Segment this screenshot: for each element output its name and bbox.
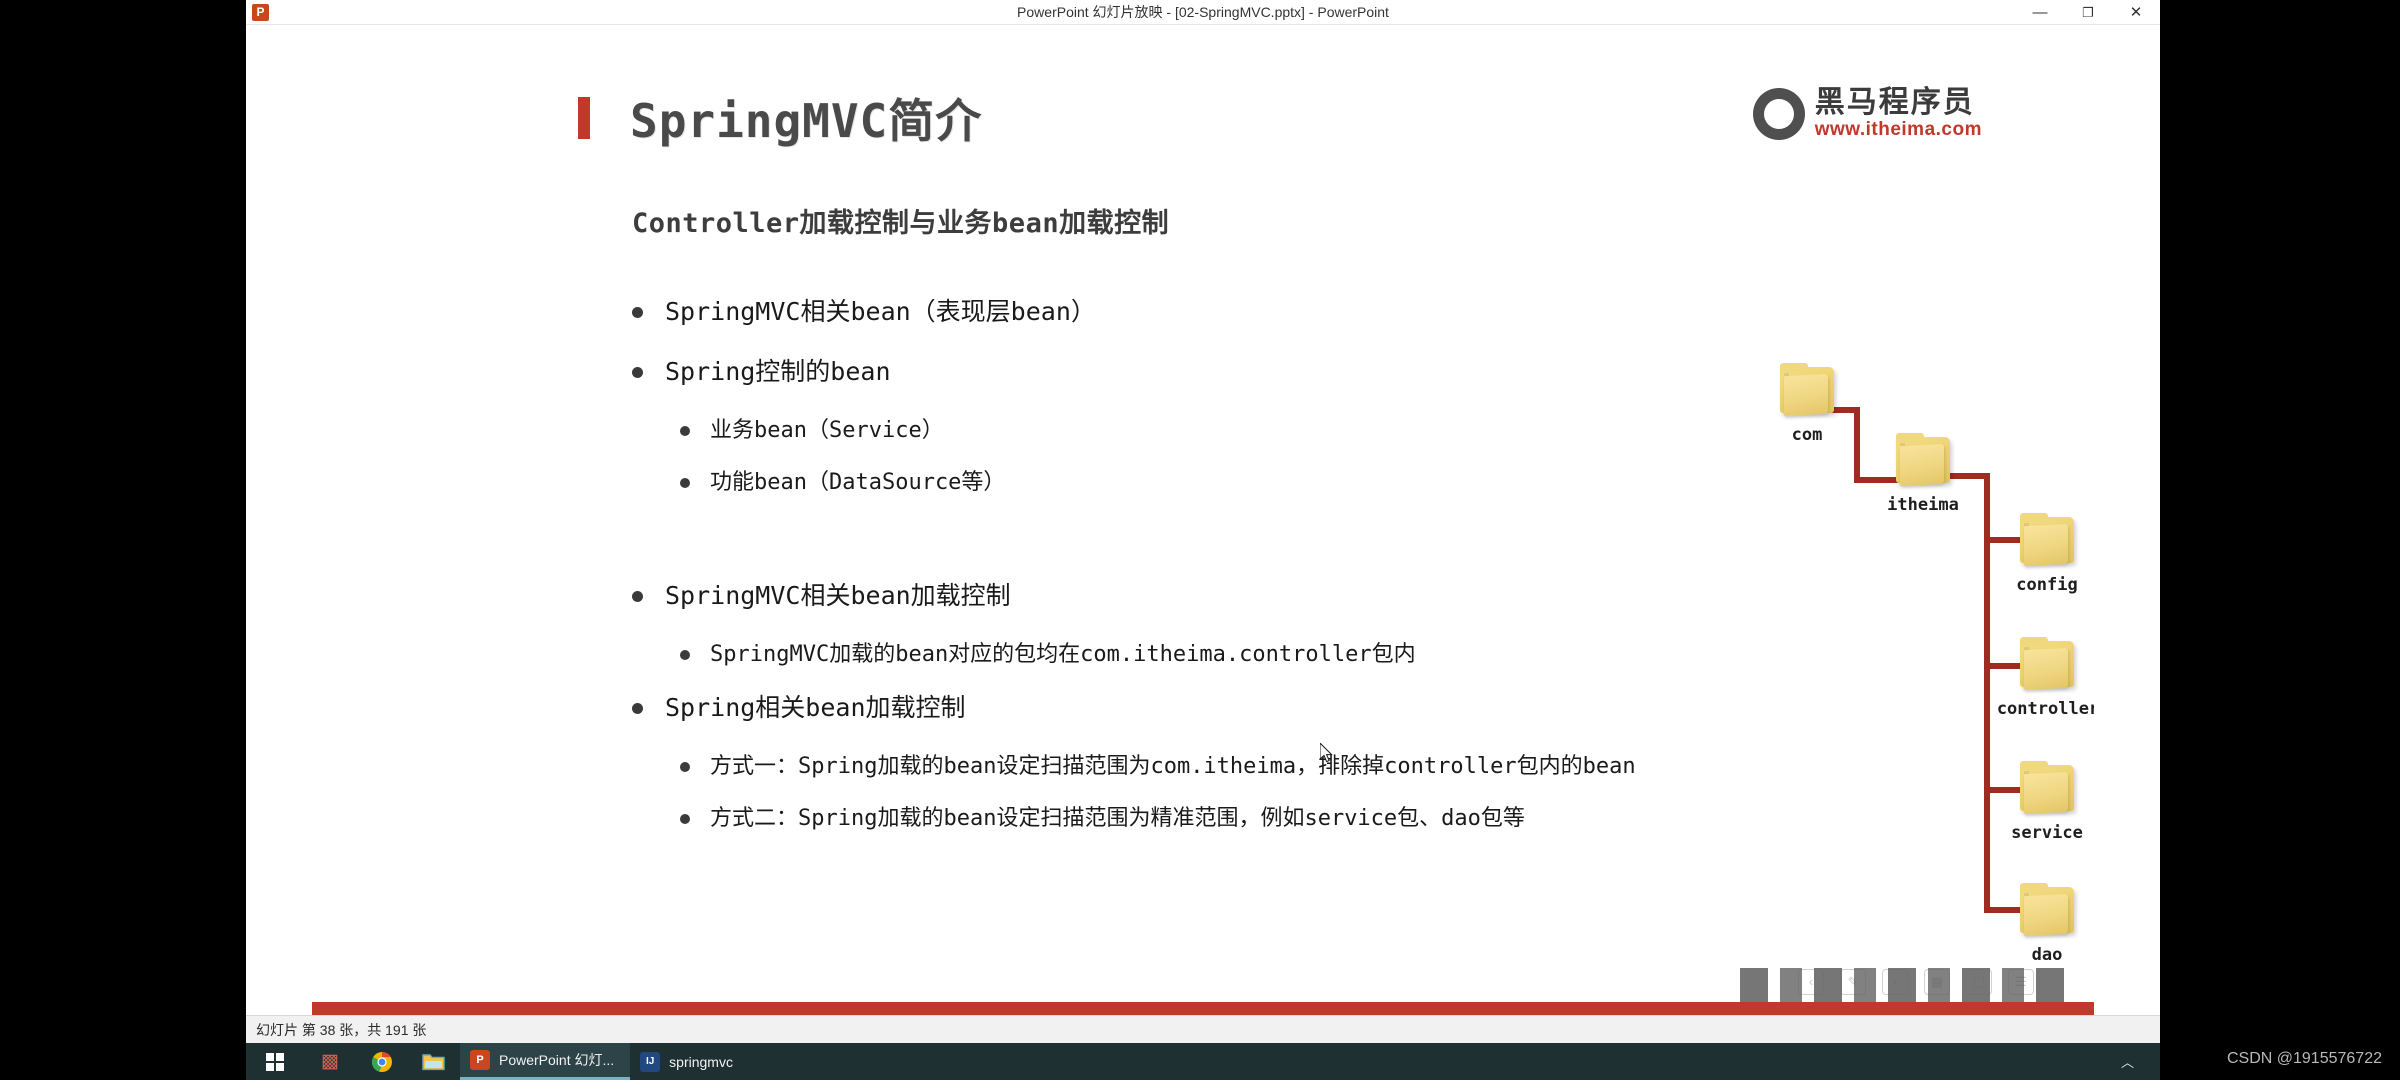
firewall-glyph-icon: ▩ <box>321 1051 339 1072</box>
task-intellij[interactable]: IJ springmvc <box>630 1043 749 1080</box>
csdn-watermark: CSDN @1915576722 <box>2226 1050 2382 1067</box>
folder-icon-config <box>2020 513 2074 567</box>
bullet-item: Spring控制的bean <box>632 357 1096 387</box>
task-powerpoint-label: PowerPoint 幻灯... <box>499 1052 615 1068</box>
bullet-dot-icon <box>680 426 690 436</box>
window-titlebar: P PowerPoint 幻灯片放映 - [02-SpringMVC.pptx]… <box>246 0 2160 25</box>
tree-label-config: config <box>2016 575 2078 595</box>
more-options-icon[interactable]: ☰ <box>2008 969 2034 995</box>
powerpoint-window: P PowerPoint 幻灯片放映 - [02-SpringMVC.pptx]… <box>246 0 2160 1043</box>
folder-icon-itheima <box>1896 433 1950 487</box>
bullet-item: 方式二：Spring加载的bean设定扫描范围为精准范围，例如service包、… <box>680 805 1636 833</box>
bullet-item: 方式一：Spring加载的bean设定扫描范围为com.itheima，排除掉c… <box>680 753 1636 781</box>
horse-glyph-icon: ⚘ <box>1770 102 1790 125</box>
chrome-icon[interactable] <box>356 1043 408 1080</box>
logo-name-cn: 黑马程序员 <box>1814 85 1975 120</box>
bullet-text: Spring相关bean加载控制 <box>665 693 966 722</box>
task-intellij-label: springmvc <box>669 1053 733 1070</box>
bullet-text: SpringMVC相关bean（表现层bean） <box>665 297 1096 326</box>
logo-url: www.itheima.com <box>1814 119 1982 140</box>
bullet-item: SpringMVC相关bean（表现层bean） <box>632 297 1096 327</box>
bullet-text: 方式一：Spring加载的bean设定扫描范围为com.itheima，排除掉c… <box>710 754 1636 779</box>
bullet-dot-icon <box>680 650 690 660</box>
bullet-dot-icon <box>632 703 643 714</box>
bullet-item: 业务bean（Service） <box>680 417 1096 445</box>
pen-tools-icon[interactable]: ✎ <box>1840 969 1866 995</box>
bullet-item: Spring相关bean加载控制 <box>632 693 1636 723</box>
maximize-button[interactable]: ❐ <box>2064 0 2112 25</box>
brand-logo: ⚘ 黑马程序员 www.itheima.com <box>1752 87 1982 141</box>
folder-icon-dao <box>2020 883 2074 937</box>
powerpoint-statusbar: 幻灯片 第 38 张，共 191 张 <box>246 1015 2160 1043</box>
windows-logo-icon <box>266 1052 284 1071</box>
tree-connector <box>1984 537 2024 543</box>
tree-label-dao: dao <box>2031 945 2063 965</box>
slideshow-controls[interactable]: ‹ ✎ › ▦ ⬚ ☰ <box>1798 969 2034 995</box>
slide-bottom-band <box>312 1002 2094 1015</box>
logo-text: 黑马程序员 www.itheima.com <box>1815 87 1982 141</box>
title-accent-bar <box>578 97 590 139</box>
bullet-group-b: SpringMVC相关bean加载控制 SpringMVC加载的bean对应的包… <box>632 581 1636 857</box>
previous-slide-icon[interactable]: ‹ <box>1798 969 1824 995</box>
tree-connector <box>1984 787 2024 793</box>
bullet-dot-icon <box>680 478 690 488</box>
slide-canvas[interactable]: SpringMVC简介 ⚘ 黑马程序员 www.itheima.com Cont… <box>312 25 2094 1015</box>
chrome-glyph-icon <box>371 1051 392 1072</box>
bullet-item: SpringMVC相关bean加载控制 <box>632 581 1636 611</box>
bullet-text: 功能bean（DataSource等） <box>710 470 1006 495</box>
package-tree-diagram: com itheima config controller service da… <box>1752 355 2094 975</box>
slide-counter-text: 幻灯片 第 38 张，共 191 张 <box>256 1022 427 1038</box>
minimize-button[interactable]: — <box>2016 0 2064 25</box>
bullet-text: 方式二：Spring加载的bean设定扫描范围为精准范围，例如service包、… <box>710 806 1525 831</box>
tree-label-service: service <box>2011 823 2083 843</box>
folder-glyph-icon <box>422 1053 445 1070</box>
bullet-dot-icon <box>680 814 690 824</box>
close-button[interactable]: ✕ <box>2112 0 2160 25</box>
zoom-icon[interactable]: ⬚ <box>1966 969 1992 995</box>
tree-connector <box>1984 907 2024 913</box>
windows-taskbar: ▩ P PowerPoint 幻灯... IJ springmvc ︿ <box>246 1043 2160 1080</box>
system-tray: ︿ <box>2105 1043 2160 1080</box>
window-title: PowerPoint 幻灯片放映 - [02-SpringMVC.pptx] -… <box>1017 4 1389 20</box>
tree-connector <box>1984 663 2024 669</box>
show-hidden-icons-chevron-icon[interactable]: ︿ <box>2105 1052 2150 1071</box>
folder-icon-service <box>2020 761 2074 815</box>
bullet-dot-icon <box>632 307 643 318</box>
tree-label-com: com <box>1791 425 1823 445</box>
bullet-item: SpringMVC加载的bean对应的包均在com.itheima.contro… <box>680 641 1636 669</box>
bullet-text: 业务bean（Service） <box>710 418 944 443</box>
next-slide-icon[interactable]: › <box>1882 969 1908 995</box>
bullet-group-a: SpringMVC相关bean（表现层bean） Spring控制的bean 业… <box>632 297 1096 521</box>
all-slides-icon[interactable]: ▦ <box>1924 969 1950 995</box>
bullet-dot-icon <box>632 591 643 602</box>
tree-connector <box>1854 407 1860 483</box>
file-explorer-icon[interactable] <box>408 1043 460 1080</box>
bullet-dot-icon <box>632 367 643 378</box>
bullet-text: SpringMVC相关bean加载控制 <box>665 581 1011 610</box>
folder-icon-controller <box>2020 637 2074 691</box>
intellij-icon: IJ <box>640 1051 661 1072</box>
desktop-screen: P PowerPoint 幻灯片放映 - [02-SpringMVC.pptx]… <box>0 0 2400 1080</box>
bullet-text: Spring控制的bean <box>665 357 891 386</box>
bullet-item: 功能bean（DataSource等） <box>680 469 1096 497</box>
powerpoint-icon: P <box>470 1050 490 1070</box>
bullet-dot-icon <box>680 762 690 772</box>
firewall-icon[interactable]: ▩ <box>304 1043 356 1080</box>
slide-title: SpringMVC简介 <box>630 94 983 148</box>
slide-subtitle: Controller加载控制与业务bean加载控制 <box>632 208 1170 239</box>
tree-connector <box>1854 477 1900 483</box>
task-powerpoint[interactable]: P PowerPoint 幻灯... <box>460 1043 631 1080</box>
tree-label-itheima: itheima <box>1887 495 1959 515</box>
start-button[interactable] <box>246 1043 304 1080</box>
bullet-text: SpringMVC加载的bean对应的包均在com.itheima.contro… <box>710 642 1416 667</box>
folder-icon-com <box>1780 363 1834 417</box>
tree-label-controller: controller <box>1996 699 2094 719</box>
horse-mark-icon: ⚘ <box>1752 88 1805 140</box>
